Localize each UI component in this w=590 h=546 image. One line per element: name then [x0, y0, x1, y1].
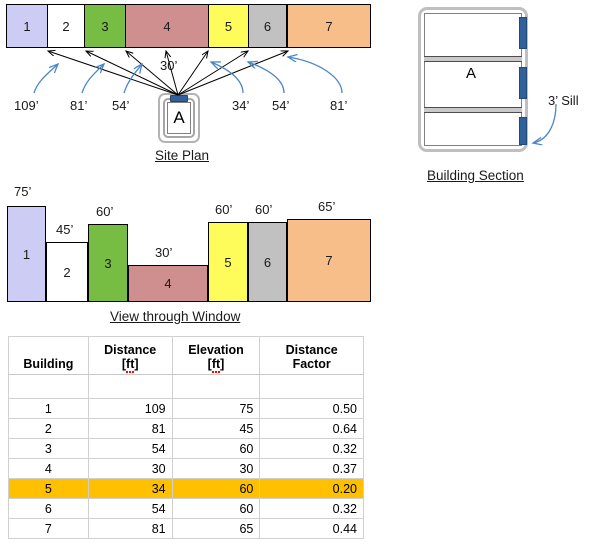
window-view-height-label-3: 60’	[96, 204, 114, 219]
building-section-sill-middle	[519, 67, 527, 99]
cell-building: 4	[8, 458, 89, 479]
table-header-elevation-bracket: ]	[220, 357, 225, 371]
cell-distance: 54	[87, 438, 173, 459]
cell-distance-factor: 0.44	[259, 518, 364, 539]
building-section-sill-top	[519, 17, 527, 49]
site-plan-building-7: 7	[287, 4, 371, 48]
cell-building: 1	[8, 398, 89, 419]
cell-elevation: 60	[171, 438, 261, 459]
building-section-sill-label: 3’ Sill	[548, 93, 579, 108]
table-row[interactable]: 7 81 65 0.44	[8, 518, 364, 539]
building-data-table: Building Distance [ft] Elevation [ft] Di…	[8, 336, 364, 539]
table-row[interactable]: 1 109 75 0.50	[8, 398, 364, 419]
cell-distance-factor: 0.50	[259, 398, 364, 419]
table-header-distance: Distance [ft]	[87, 336, 173, 375]
window-view-height-label-5: 60’	[215, 202, 233, 217]
window-view-height-label-6: 60’	[255, 202, 273, 217]
viewer-room-label: A	[167, 102, 191, 134]
window-view-height-label-1: 75’	[14, 184, 32, 199]
cell-building: 2	[8, 418, 89, 439]
table-row-highlighted[interactable]: 5 34 60 0.20	[8, 478, 364, 499]
cell-distance: 54	[87, 498, 173, 519]
cell-building: 6	[8, 498, 89, 519]
table-body: 1 109 75 0.50 2 81 45 0.64 3 54 60 0.32 …	[8, 374, 364, 539]
cell-distance-factor: 0.64	[259, 418, 364, 439]
spacer-cell-1	[8, 374, 89, 399]
table-header-distance-factor: Distance Factor	[259, 336, 364, 375]
table-header-elevation: Elevation [ft]	[171, 336, 261, 375]
cell-distance-factor: 0.37	[259, 458, 364, 479]
window-view-bar-4: 4	[128, 265, 208, 302]
table-header-elevation-unit: ft	[211, 357, 221, 373]
cell-elevation: 45	[171, 418, 261, 439]
spacer-cell-2	[87, 374, 173, 399]
table-row[interactable]: 2 81 45 0.64	[8, 418, 364, 439]
site-plan-center-distance-label: 30’	[160, 58, 178, 73]
window-view-bar-2: 2	[46, 242, 88, 302]
leader-arrows	[33, 57, 343, 94]
building-section-floor-slab-upper	[424, 56, 522, 62]
cell-distance: 30	[87, 458, 173, 479]
spacer-cell-3	[171, 374, 261, 399]
window-view-bar-1: 1	[7, 206, 46, 302]
spacer-cell-4	[259, 374, 364, 399]
cell-elevation: 65	[171, 518, 261, 539]
table-spacer-row	[8, 374, 364, 399]
window-view-caption: View through Window	[110, 309, 241, 324]
cell-distance-factor: 0.32	[259, 438, 364, 459]
table-row[interactable]: 3 54 60 0.32	[8, 438, 364, 459]
cell-distance: 81	[87, 418, 173, 439]
table-header: Building Distance [ft] Elevation [ft] Di…	[8, 336, 364, 375]
site-plan-building-4: 4	[125, 4, 209, 48]
site-plan-building-6: 6	[248, 4, 288, 48]
site-plan-distance-label-81-right: 81’	[330, 98, 348, 113]
site-plan-distance-label-34: 34’	[232, 98, 250, 113]
window-view-bar-6: 6	[248, 222, 287, 302]
window-view-height-label-4: 30’	[155, 245, 173, 260]
site-plan-distance-label-54-left: 54’	[112, 98, 130, 113]
site-plan-distance-label-54-right: 54’	[272, 98, 290, 113]
cell-elevation: 60	[171, 478, 261, 499]
cell-distance-factor: 0.32	[259, 498, 364, 519]
window-view-height-label-2: 45’	[56, 222, 74, 237]
site-plan-building-5: 5	[208, 4, 249, 48]
table-header-distance-bracket: ]	[134, 357, 139, 371]
cell-elevation: 60	[171, 498, 261, 519]
cell-elevation: 30	[171, 458, 261, 479]
site-plan-building-1: 1	[6, 4, 48, 48]
window-view-bar-3: 3	[88, 224, 128, 302]
building-section-room-label: A	[466, 65, 477, 82]
table-row[interactable]: 4 30 30 0.37	[8, 458, 364, 479]
site-plan-window-marker	[170, 95, 188, 102]
cell-elevation: 75	[171, 398, 261, 419]
table-header-building: Building	[8, 336, 89, 375]
site-plan-caption: Site Plan	[155, 148, 210, 163]
cell-building: 3	[8, 438, 89, 459]
building-section-caption: Building Section	[427, 168, 524, 183]
site-plan-distance-label-109: 109’	[14, 98, 39, 113]
diagram-canvas: 1 2 3 4 5 6 7 A 30’ 109’ 81’ 54’ 34’ 54’…	[0, 0, 590, 546]
window-view-height-label-7: 65’	[318, 199, 336, 214]
site-plan-distance-label-81-left: 81’	[70, 98, 88, 113]
building-section-sill-bottom	[519, 117, 527, 145]
cell-distance: 109	[87, 398, 173, 419]
cell-distance-factor: 0.20	[259, 478, 364, 499]
window-view-bar-7: 7	[287, 219, 371, 302]
window-view-bar-5: 5	[208, 222, 248, 302]
site-plan-building-2: 2	[47, 4, 85, 48]
cell-building: 5	[8, 478, 89, 499]
cell-distance: 34	[87, 478, 173, 499]
cell-distance: 81	[87, 518, 173, 539]
building-section-floor-slab-lower	[424, 107, 522, 113]
table-row[interactable]: 6 54 60 0.32	[8, 498, 364, 519]
cell-building: 7	[8, 518, 89, 539]
site-plan-building-3: 3	[84, 4, 126, 48]
sill-leader-arrow	[533, 103, 557, 143]
